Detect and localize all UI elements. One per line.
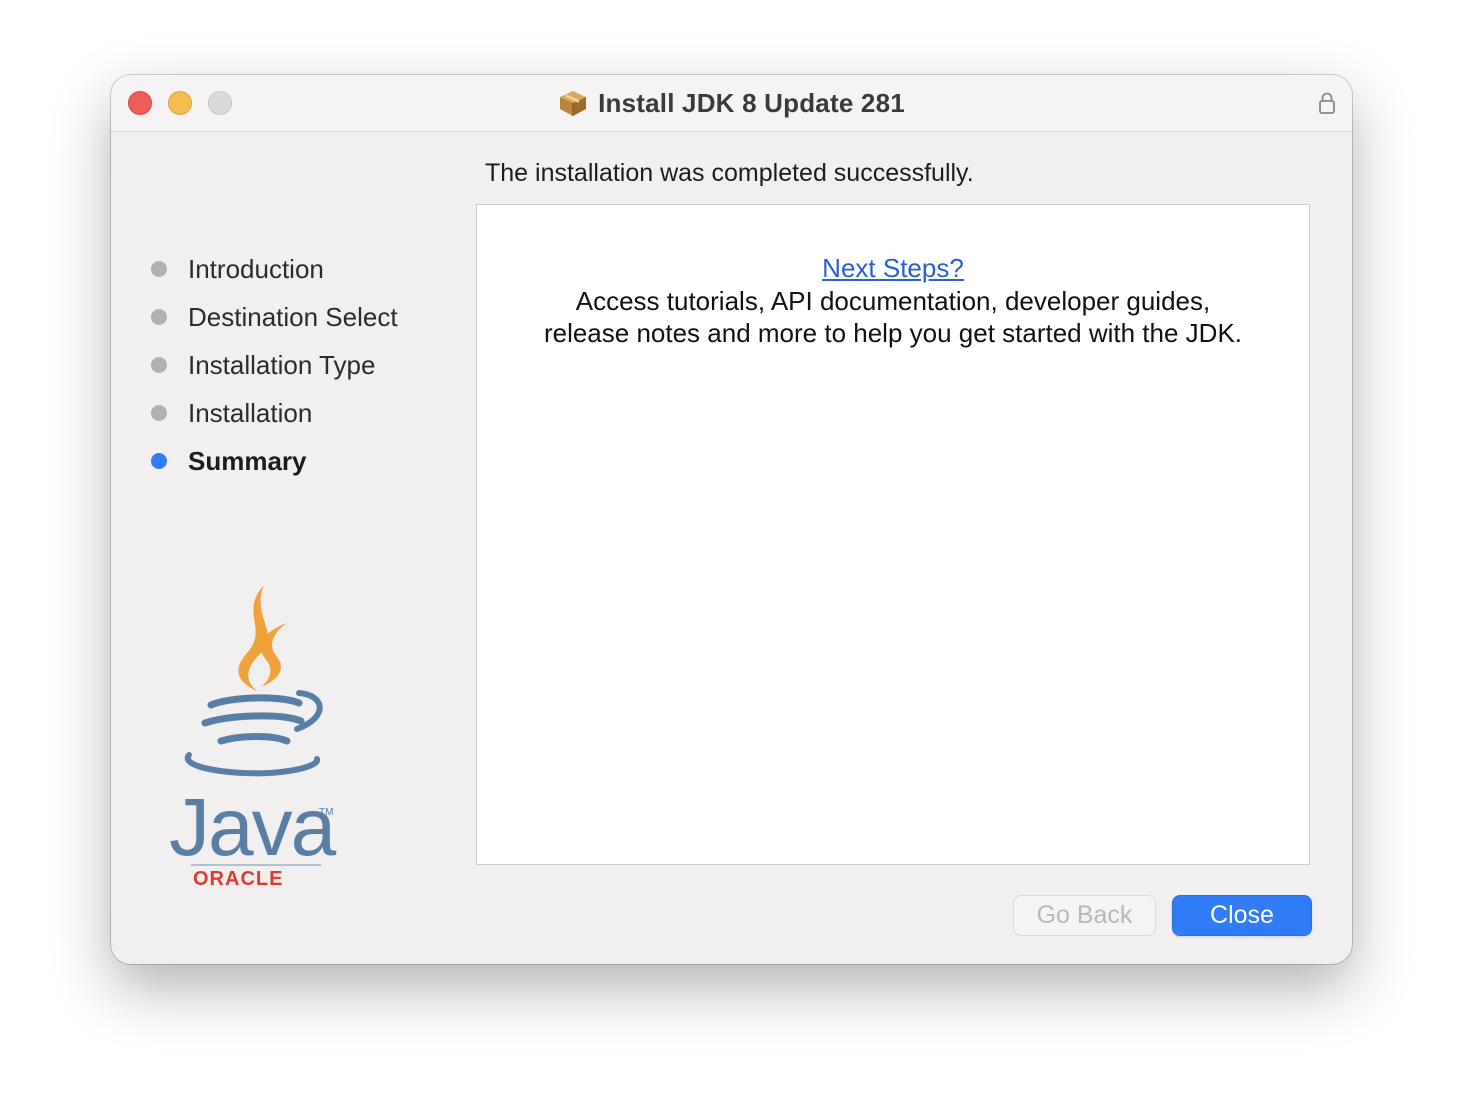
close-button[interactable]: Close xyxy=(1172,895,1312,936)
step-installation: Installation xyxy=(151,389,398,437)
step-summary: Summary xyxy=(151,437,398,485)
title-bar[interactable]: Install JDK 8 Update 281 xyxy=(111,75,1352,132)
step-label: Installation Type xyxy=(188,349,376,380)
oracle-wordmark: ORACLE xyxy=(193,868,283,890)
next-steps-link[interactable]: Next Steps? xyxy=(477,253,1309,284)
step-destination-select: Destination Select xyxy=(151,293,398,341)
step-indicator-active xyxy=(151,453,167,469)
summary-content-panel: Next Steps? Access tutorials, API docume… xyxy=(476,204,1310,865)
step-label: Installation xyxy=(188,397,313,428)
step-indicator xyxy=(151,309,167,325)
step-indicator xyxy=(151,261,167,277)
lock-icon xyxy=(1319,92,1335,114)
step-introduction: Introduction xyxy=(151,245,398,293)
status-headline: The installation was completed successfu… xyxy=(485,159,974,187)
java-wordmark: Java xyxy=(169,782,337,873)
installer-window: Install JDK 8 Update 281 The installatio… xyxy=(111,75,1352,964)
step-indicator xyxy=(151,405,167,421)
package-icon xyxy=(560,91,587,116)
step-label: Introduction xyxy=(188,253,324,284)
step-label: Destination Select xyxy=(188,301,398,332)
step-indicator xyxy=(151,357,167,373)
step-installation-type: Installation Type xyxy=(151,341,398,389)
java-oracle-logo: Java TM ORACLE xyxy=(169,585,339,890)
window-title-group: Install JDK 8 Update 281 xyxy=(111,75,1352,131)
window-title: Install JDK 8 Update 281 xyxy=(598,87,905,118)
description-line: release notes and more to help you get s… xyxy=(543,318,1243,348)
go-back-button[interactable]: Go Back xyxy=(1013,895,1156,936)
step-label: Summary xyxy=(188,445,307,476)
description-line: Access tutorials, API documentation, dev… xyxy=(575,286,1211,316)
installer-steps: Introduction Destination Select Installa… xyxy=(151,245,398,485)
next-steps-description: Access tutorials, API documentation, dev… xyxy=(477,285,1309,349)
trademark-mark: TM xyxy=(319,807,333,818)
